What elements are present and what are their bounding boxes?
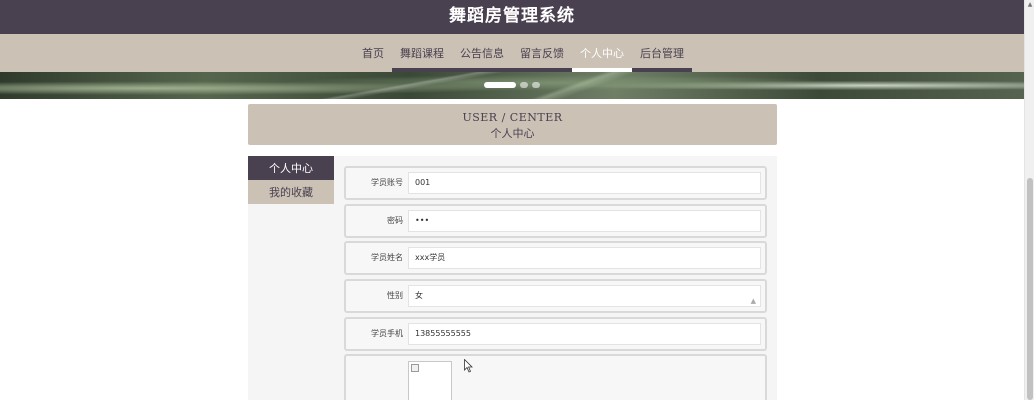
name-label: 学员姓名 (371, 253, 403, 262)
title-bar: 舞蹈房管理系统 (0, 0, 1024, 34)
scrollbar-thumb[interactable] (1027, 178, 1033, 400)
nav-item-home[interactable]: 首页 (354, 34, 392, 72)
gender-label: 性别 (387, 291, 403, 300)
select-arrow-icon: ▲ (750, 297, 756, 305)
form-row-gender: 性别 女 ▲ (344, 279, 767, 313)
section-title-en: USER / CENTER (462, 111, 563, 124)
phone-label: 学员手机 (371, 329, 403, 338)
name-input[interactable]: xxx学员 (408, 247, 761, 269)
sidebar-item-favorites[interactable]: 我的收藏 (248, 180, 334, 204)
form-row-name: 学员姓名 xxx学员 (344, 241, 767, 275)
account-input[interactable]: 001 (408, 172, 761, 194)
phone-input[interactable]: 13855555555 (408, 323, 761, 345)
nav-item-courses[interactable]: 舞蹈课程 (392, 34, 452, 72)
nav-item-feedback[interactable]: 留言反馈 (512, 34, 572, 72)
sidebar-menu: 个人中心 我的收藏 (248, 156, 334, 204)
form-row-password: 密码 ••• (344, 204, 767, 238)
scroll-up-icon[interactable]: ▲ (1025, 0, 1034, 10)
page-scrollbar[interactable]: ▲ (1024, 0, 1034, 400)
form-row-photo (344, 354, 767, 400)
carousel-dot-1[interactable] (484, 82, 516, 88)
form-row-account: 学员账号 001 (344, 166, 767, 200)
broken-image-icon (411, 364, 419, 372)
avatar-image[interactable] (408, 361, 452, 400)
nav-item-notices[interactable]: 公告信息 (452, 34, 512, 72)
account-label: 学员账号 (371, 178, 403, 187)
mouse-cursor-icon (464, 359, 473, 373)
nav-item-user-center[interactable]: 个人中心 (572, 34, 632, 72)
page: 舞蹈房管理系统 首页 舞蹈课程 公告信息 留言反馈 个人中心 后台管理 USER… (0, 0, 1034, 400)
gender-select[interactable]: 女 ▲ (408, 285, 761, 307)
site-title: 舞蹈房管理系统 (449, 6, 575, 26)
carousel-indicators (484, 82, 540, 88)
nav-item-admin[interactable]: 后台管理 (632, 34, 692, 72)
banner-carousel (0, 72, 1024, 99)
section-title-cn: 个人中心 (490, 127, 535, 140)
section-header: USER / CENTER 个人中心 (248, 104, 777, 145)
gender-value: 女 (415, 291, 423, 300)
password-label: 密码 (387, 216, 403, 225)
nav-bar: 首页 舞蹈课程 公告信息 留言反馈 个人中心 后台管理 (0, 34, 1024, 72)
carousel-dot-3[interactable] (532, 82, 540, 88)
carousel-dot-2[interactable] (520, 82, 528, 88)
form-row-phone: 学员手机 13855555555 (344, 317, 767, 351)
password-input[interactable]: ••• (408, 210, 761, 232)
nav-menu: 首页 舞蹈课程 公告信息 留言反馈 个人中心 后台管理 (354, 34, 692, 72)
sidebar-item-user-center[interactable]: 个人中心 (248, 156, 334, 180)
